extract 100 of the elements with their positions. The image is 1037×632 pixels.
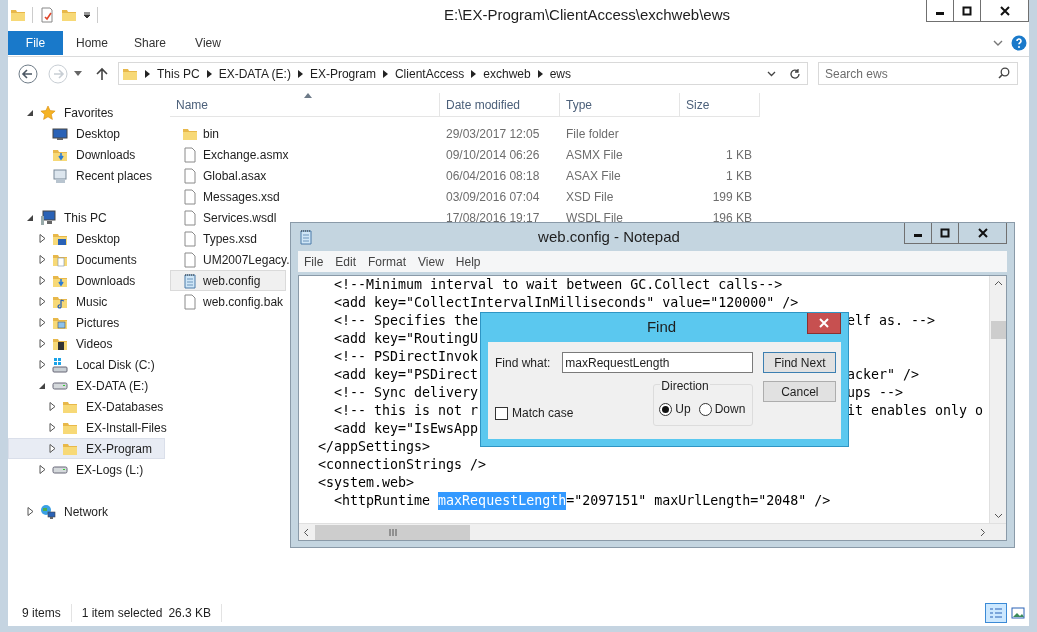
recent-locations-icon[interactable]	[74, 70, 82, 77]
expand-arrow-icon[interactable]	[49, 444, 56, 453]
nav-item[interactable]: Favorites	[8, 102, 165, 123]
address-bar[interactable]: This PC EX-DATA (E:) EX-Program ClientAccess exchweb ews	[118, 62, 808, 85]
nav-item[interactable]: EX-Logs (L:)	[8, 459, 165, 480]
properties-icon[interactable]	[39, 7, 55, 23]
list-row[interactable]: Global.asax	[170, 165, 286, 186]
nav-item[interactable]: Music	[8, 291, 165, 312]
ribbon-tab[interactable]: File	[8, 31, 63, 55]
radio-button[interactable]	[698, 402, 712, 416]
up-arrow-icon[interactable]	[96, 66, 108, 81]
refresh-icon[interactable]	[789, 67, 801, 80]
expand-arrow-icon[interactable]	[39, 465, 46, 474]
expand-arrow-icon[interactable]	[49, 402, 56, 411]
nav-item[interactable]: Downloads	[8, 270, 165, 291]
menu-item[interactable]: View	[412, 252, 450, 271]
date-cell-text: 29/03/2017 12:05	[445, 125, 541, 143]
nav-item[interactable]: Desktop	[8, 123, 165, 144]
size-cell-text: 199 KB	[711, 188, 752, 206]
list-row[interactable]: web.config.bak	[170, 291, 286, 312]
cancel-button[interactable]: Cancel	[763, 381, 837, 402]
scroll-down-icon[interactable]	[993, 513, 1003, 519]
expand-arrow-icon[interactable]	[39, 339, 46, 348]
collapse-arrow-icon[interactable]	[27, 108, 34, 117]
expand-arrow-icon[interactable]	[39, 255, 46, 264]
nav-item[interactable]: Downloads	[8, 144, 165, 165]
match-case-checkbox[interactable]	[495, 406, 508, 420]
window-title: web.config - Notepad	[538, 226, 680, 247]
list-row[interactable]: Exchange.asmx	[170, 144, 286, 165]
expand-arrow-icon[interactable]	[27, 507, 34, 516]
dropdown-icon[interactable]	[767, 70, 776, 77]
type-cell-text: WSDL File	[565, 209, 624, 227]
nav-label: Music	[75, 293, 108, 311]
nav-item[interactable]: EX-Install-Files	[8, 417, 165, 438]
column-header[interactable]: Date modified	[440, 93, 560, 117]
radio-button[interactable]	[659, 402, 673, 416]
breadcrumb-item[interactable]: This PC	[157, 64, 200, 83]
code-text: <!-- PSDirectInvok	[333, 348, 479, 366]
list-row[interactable]: Services.wsdl	[170, 207, 286, 228]
back-icon[interactable]	[18, 63, 38, 84]
nav-item[interactable]: EX-Program	[8, 438, 165, 459]
list-row[interactable]: web.config	[170, 270, 286, 291]
nav-item[interactable]: Network	[8, 501, 165, 522]
collapse-arrow-icon[interactable]	[27, 213, 34, 222]
scroll-left-icon[interactable]	[303, 527, 309, 537]
breadcrumb-item[interactable]: exchweb	[483, 64, 531, 83]
file-name: web.config.bak	[203, 293, 284, 311]
scrollbar-thumb[interactable]	[990, 320, 1006, 339]
expand-arrow-icon[interactable]	[49, 423, 56, 432]
nav-item[interactable]: Recent places	[8, 165, 165, 186]
search-field[interactable]: Search ews	[818, 62, 1018, 85]
ribbon-tab[interactable]: View	[179, 31, 237, 55]
scroll-right-icon[interactable]	[980, 527, 986, 537]
document-icon	[182, 188, 198, 205]
nav-item[interactable]: Local Disk (C:)	[8, 354, 165, 375]
expand-arrow-icon[interactable]	[39, 318, 46, 327]
chevron-icon	[471, 69, 477, 78]
breadcrumb-item[interactable]: ews	[549, 64, 572, 83]
nav-item[interactable]: This PC	[8, 207, 165, 228]
close-button[interactable]	[807, 313, 841, 334]
nav-item[interactable]: EX-DATA (E:)	[8, 375, 165, 396]
menu-item[interactable]: Format	[362, 252, 413, 271]
column-header[interactable]: Size	[680, 93, 760, 117]
find-what-field[interactable]: maxRequestLength	[562, 352, 754, 373]
nav-item[interactable]: Pictures	[8, 312, 165, 333]
expand-arrow-icon[interactable]	[39, 297, 46, 306]
find-next-button[interactable]: Find Next	[763, 352, 837, 373]
help-icon[interactable]	[1011, 35, 1027, 51]
list-row[interactable]: Types.xsd	[170, 228, 286, 249]
ribbon-tab[interactable]: Home	[63, 31, 121, 55]
nav-item[interactable]: Documents	[8, 249, 165, 270]
expand-arrow-icon[interactable]	[39, 234, 46, 243]
nav-label: EX-DATA (E:)	[75, 377, 149, 395]
menu-item[interactable]: Edit	[329, 252, 363, 271]
selection-info: 1 item selected	[80, 605, 164, 622]
dropdown-icon[interactable]	[83, 11, 91, 19]
list-row[interactable]: bin	[170, 123, 286, 144]
menu-item[interactable]: Help	[449, 252, 487, 271]
expand-arrow-icon[interactable]	[39, 276, 46, 285]
scrollbar-thumb[interactable]	[315, 524, 470, 540]
expand-arrow-icon[interactable]	[39, 360, 46, 369]
breadcrumb-item[interactable]: EX-Program	[309, 64, 376, 83]
expand-ribbon-icon[interactable]	[993, 39, 1003, 47]
nav-item[interactable]: Videos	[8, 333, 165, 354]
list-row[interactable]: Messages.xsd	[170, 186, 286, 207]
column-header[interactable]: Type	[560, 93, 680, 117]
horizontal-scrollbar[interactable]	[299, 523, 1006, 540]
breadcrumb-item[interactable]: ClientAccess	[394, 64, 465, 83]
scroll-up-icon[interactable]	[993, 280, 1003, 286]
nav-item[interactable]: EX-Databases	[8, 396, 165, 417]
breadcrumb-item[interactable]: EX-DATA (E:)	[218, 64, 291, 83]
code-text: <!-- Sync delivery	[333, 384, 479, 402]
column-header[interactable]: Name	[170, 93, 440, 117]
menu-item[interactable]: File	[298, 252, 330, 271]
ribbon-tab[interactable]: Share	[121, 31, 179, 55]
details-view-button[interactable]	[985, 603, 1007, 623]
nav-item[interactable]: Desktop	[8, 228, 165, 249]
vertical-scrollbar[interactable]	[989, 276, 1006, 523]
collapse-arrow-icon[interactable]	[39, 381, 46, 390]
nav-label: This PC	[63, 209, 107, 227]
